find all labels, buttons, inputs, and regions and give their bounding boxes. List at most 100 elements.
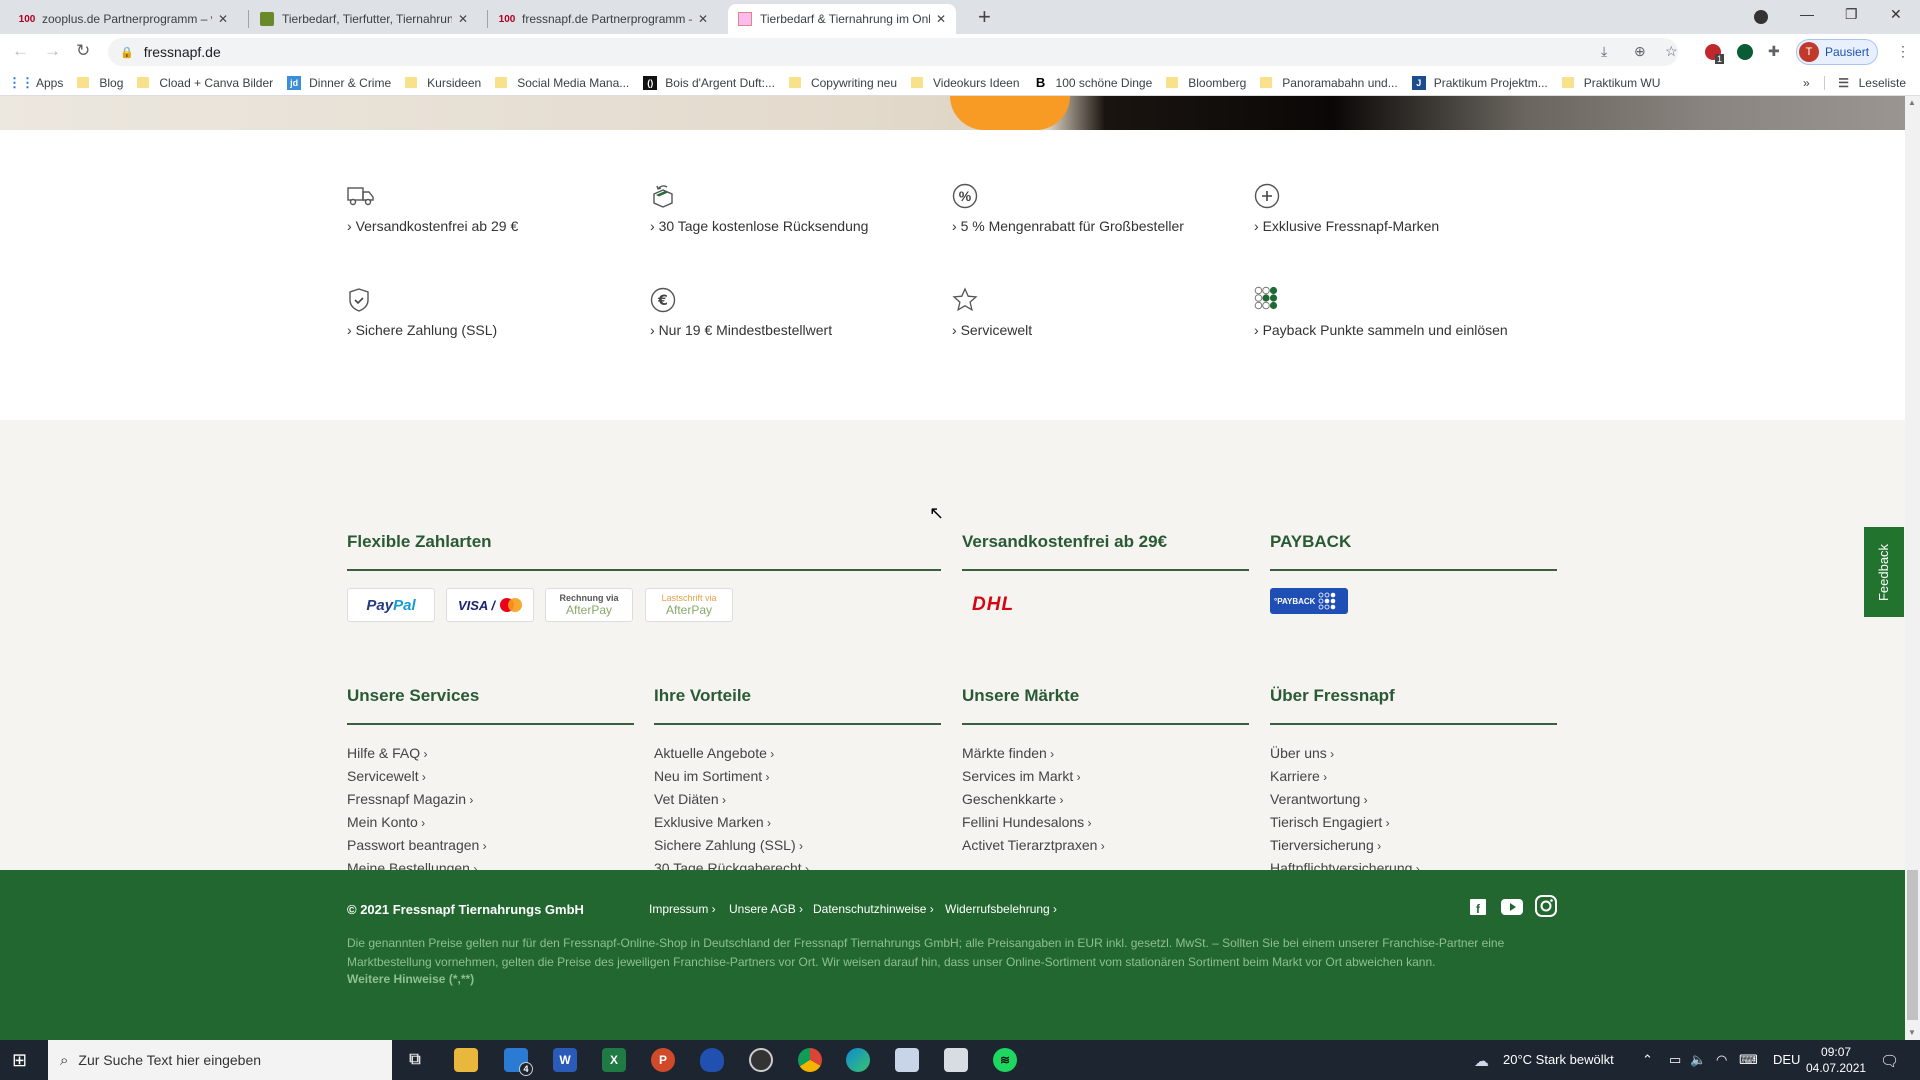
taskbar-search-input[interactable]: ⌕ Zur Suche Text hier eingeben (48, 1040, 392, 1080)
restore-button[interactable]: ❐ (1845, 6, 1858, 23)
scroll-up-icon[interactable]: ▲ (1908, 98, 1916, 107)
usp-item[interactable]: Servicewelt (952, 286, 1242, 338)
forward-icon[interactable]: → (44, 41, 61, 61)
footer-link[interactable]: Fressnapf Magazin (347, 788, 487, 811)
footer-link[interactable]: Activet Tierarztpraxen (962, 834, 1105, 857)
footer-link[interactable]: Neu im Sortiment (654, 765, 809, 788)
volume-icon[interactable]: 🔈 (1690, 1052, 1706, 1068)
new-tab-button[interactable]: + (978, 4, 991, 30)
footer-link[interactable]: Vet Diäten (654, 788, 809, 811)
bookmark-blog[interactable]: Blog (77, 76, 123, 90)
notification-center-icon[interactable]: 🗨 (1880, 1052, 1899, 1070)
address-bar[interactable]: 🔒 fressnapf.de (108, 38, 1678, 66)
page-scrollbar[interactable]: ▲ ▼ (1905, 96, 1920, 1040)
feedback-button[interactable]: Feedback (1864, 527, 1904, 617)
bookmark-bloomberg[interactable]: Bloomberg (1166, 76, 1246, 90)
file-explorer-icon[interactable] (454, 1048, 478, 1072)
footer-link[interactable]: Fellini Hundesalons (962, 811, 1105, 834)
tab-tierbedarf[interactable]: Tierbedarf, Tierfutter, Tiernahrung ✕ (250, 4, 478, 34)
usp-item[interactable]: Sichere Zahlung (SSL) (347, 286, 637, 338)
usp-item[interactable]: 30 Tage kostenlose Rücksendung (650, 182, 940, 234)
footer-link[interactable]: Mein Konto (347, 811, 487, 834)
footer-link[interactable]: Karriere (1270, 765, 1443, 788)
weather-text[interactable]: 20°C Stark bewölkt (1503, 1052, 1614, 1067)
edge-icon[interactable] (846, 1048, 870, 1072)
footer-link[interactable]: Aktuelle Angebote (654, 742, 809, 765)
language-indicator[interactable]: DEU (1773, 1052, 1800, 1067)
obs-icon[interactable] (749, 1048, 773, 1072)
close-tab-icon[interactable]: ✕ (458, 12, 468, 26)
footer-link[interactable]: Services im Markt (962, 765, 1105, 788)
bookmark-100-dinge[interactable]: B 100 schöne Dinge (1034, 75, 1152, 90)
minimize-button[interactable]: — (1800, 6, 1814, 22)
facebook-icon[interactable]: f (1470, 898, 1488, 921)
footer-link[interactable]: Märkte finden (962, 742, 1105, 765)
profile-button[interactable]: T Pausiert (1796, 39, 1878, 65)
bookmark-social-media[interactable]: Social Media Mana... (495, 76, 629, 90)
footer-link[interactable]: Über uns (1270, 742, 1443, 765)
taskbar-clock[interactable]: 09:07 04.07.2021 (1806, 1044, 1866, 1076)
footer-link[interactable]: Passwort beantragen (347, 834, 487, 857)
chrome-icon[interactable] (798, 1048, 822, 1072)
app-icon[interactable] (700, 1048, 724, 1072)
usp-item[interactable]: Versandkostenfrei ab 29 € (347, 182, 637, 234)
back-icon[interactable]: ← (12, 41, 29, 61)
footer-link[interactable]: Hilfe & FAQ (347, 742, 487, 765)
close-window-button[interactable]: ✕ (1890, 6, 1902, 23)
reload-icon[interactable]: ↻ (76, 41, 90, 61)
bookmark-kursideen[interactable]: Kursideen (405, 76, 481, 90)
footer-link[interactable]: Sichere Zahlung (SSL) (654, 834, 809, 857)
tab-zooplus-partner[interactable]: 100 zooplus.de Partnerprogramm – v ✕ (10, 4, 238, 34)
footer-link[interactable]: Exklusive Marken (654, 811, 809, 834)
more-notes-link[interactable]: Weitere Hinweise (*,**) (347, 972, 474, 986)
usp-item[interactable]: Payback Punkte sammeln und einlösen (1254, 286, 1544, 338)
snipping-tool-icon[interactable] (895, 1048, 919, 1072)
footer-link[interactable]: Tierisch Engagiert (1270, 811, 1443, 834)
bookmark-panoramabahn[interactable]: Panoramabahn und... (1260, 76, 1398, 90)
grammarly-icon[interactable] (1737, 44, 1753, 60)
usp-item[interactable]: % 5 % Mengenrabatt für Großbesteller (952, 182, 1242, 234)
usp-item[interactable]: Exklusive Fressnapf-Marken (1254, 182, 1544, 234)
meet-now-icon[interactable]: ▭ (1669, 1052, 1681, 1068)
spotify-icon[interactable]: ≋ (993, 1048, 1017, 1072)
impressum-link[interactable]: Impressum (649, 902, 716, 916)
scrollbar-thumb[interactable] (1907, 870, 1918, 1020)
close-tab-icon[interactable]: ✕ (218, 12, 228, 26)
network-icon[interactable]: ◠ (1716, 1052, 1727, 1068)
usp-item[interactable]: € Nur 19 € Mindestbestellwert (650, 286, 940, 338)
close-tab-icon[interactable]: ✕ (698, 12, 708, 26)
withdrawal-link[interactable]: Widerrufsbelehrung (945, 902, 1057, 916)
tab-fressnapf-partner[interactable]: 100 fressnapf.de Partnerprogramm – ✕ (490, 4, 718, 34)
footer-link[interactable]: Verantwortung (1270, 788, 1443, 811)
bookmark-apps[interactable]: ⋮⋮ Apps (8, 75, 63, 90)
bookmarks-more-button[interactable]: » (1803, 76, 1810, 90)
tray-overflow-icon[interactable]: ⌃ (1642, 1052, 1653, 1068)
notepad-icon[interactable] (944, 1048, 968, 1072)
bookmark-copywriting[interactable]: Copywriting neu (788, 76, 897, 90)
reading-list-button[interactable]: ☰ Leseliste (1823, 75, 1906, 90)
bookmark-bois-dargent[interactable]: () Bois d'Argent Duft:... (643, 75, 775, 90)
agb-link[interactable]: Unsere AGB (729, 902, 803, 916)
menu-kebab-icon[interactable]: ⋮ (1896, 43, 1910, 60)
instagram-icon[interactable] (1535, 895, 1557, 922)
bookmark-praktikum-projekt[interactable]: J Praktikum Projektm... (1411, 75, 1548, 90)
bookmark-videokurs[interactable]: Videokurs Ideen (911, 76, 1020, 90)
windows-start-icon[interactable]: ⊞ (12, 1050, 27, 1071)
privacy-link[interactable]: Datenschutzhinweise (813, 902, 934, 916)
footer-link[interactable]: Geschenkkarte (962, 788, 1105, 811)
task-view-icon[interactable]: ⧉ (403, 1048, 427, 1072)
extensions-puzzle-icon[interactable]: ✚ (1768, 43, 1780, 60)
zoom-icon[interactable]: ⊕ (1634, 43, 1646, 60)
install-icon[interactable]: ⤓ (1601, 43, 1607, 60)
bookmark-praktikum-wu[interactable]: Praktikum WU (1561, 76, 1660, 90)
excel-icon[interactable]: X (602, 1048, 626, 1072)
keyboard-icon[interactable]: ⌨ (1739, 1052, 1758, 1068)
powerpoint-icon[interactable]: P (651, 1048, 675, 1072)
footer-link[interactable]: Tierversicherung (1270, 834, 1443, 857)
close-tab-icon[interactable]: ✕ (936, 12, 946, 26)
word-icon[interactable]: W (553, 1048, 577, 1072)
bookmark-star-icon[interactable]: ☆ (1665, 43, 1678, 60)
bookmark-dinner-crime[interactable]: jd Dinner & Crime (287, 75, 391, 90)
weather-cloud-icon[interactable]: ☁ (1474, 1052, 1489, 1070)
bookmark-cload-canva[interactable]: Cload + Canva Bilder (137, 76, 273, 90)
